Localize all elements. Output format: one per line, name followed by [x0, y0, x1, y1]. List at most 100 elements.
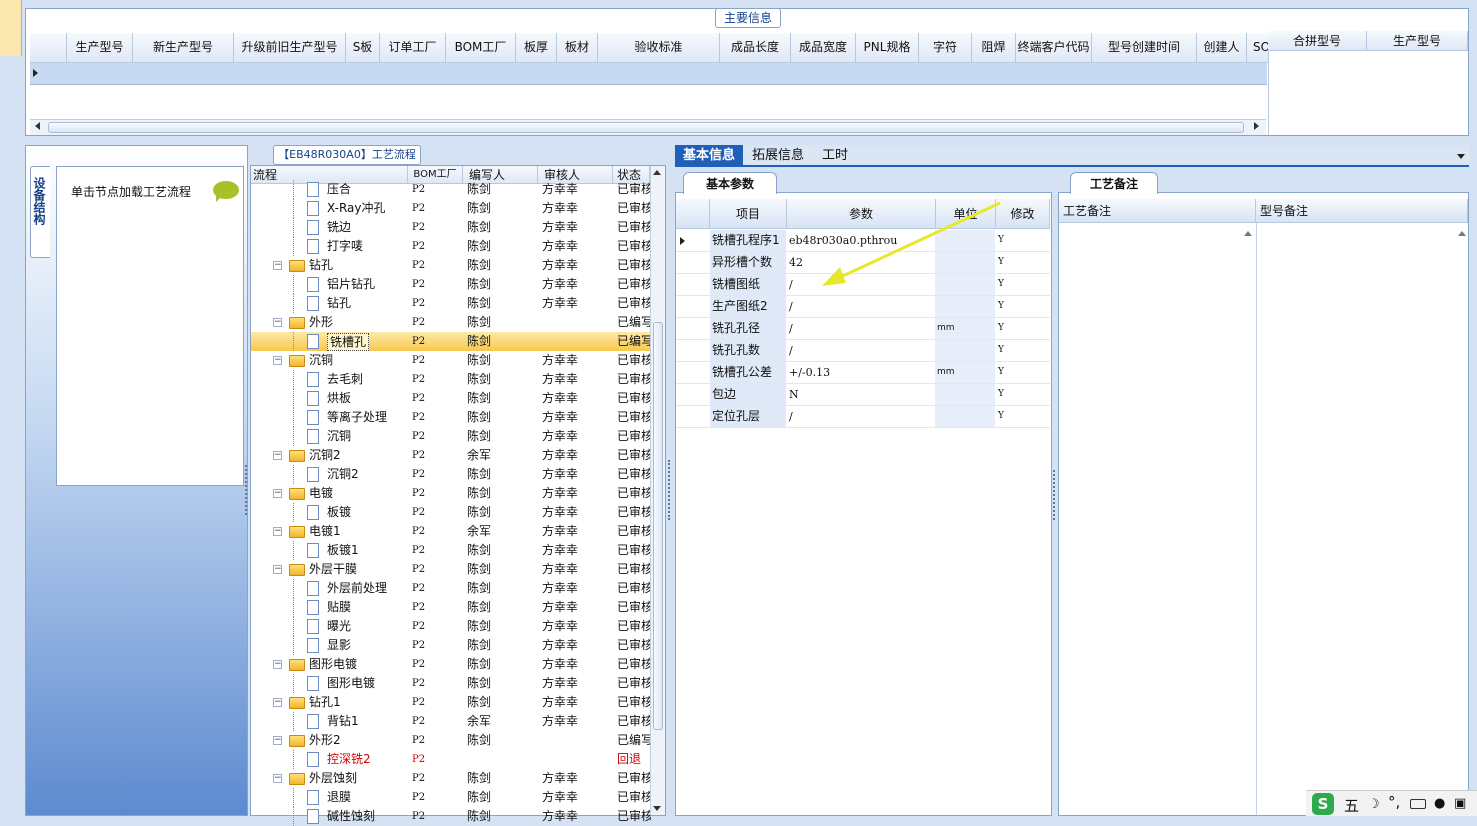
- main-col-header[interactable]: 字符: [919, 33, 972, 63]
- main-col-header[interactable]: 板厚: [516, 33, 557, 63]
- tree-node[interactable]: X-Ray冲孔 P2 陈剑 方幸幸 已审核: [251, 199, 651, 218]
- tree-node[interactable]: − 图形电镀 P2 陈剑 方幸幸 已审核: [251, 655, 651, 674]
- tree-node[interactable]: 贴膜 P2 陈剑 方幸幸 已审核: [251, 598, 651, 617]
- param-modify[interactable]: Y: [996, 340, 1050, 361]
- skin-icon[interactable]: ▣: [1454, 796, 1466, 811]
- tree-node[interactable]: 去毛刺 P2 陈剑 方幸幸 已审核: [251, 370, 651, 389]
- tree-node[interactable]: 铣槽孔 P2 陈剑 已编写: [251, 332, 651, 351]
- tree-node[interactable]: 板镀1 P2 陈剑 方幸幸 已审核: [251, 541, 651, 560]
- param-modify[interactable]: Y: [996, 296, 1050, 317]
- param-value[interactable]: /: [788, 406, 934, 427]
- param-row[interactable]: 铣槽孔公差 +/-0.13 mm Y: [676, 362, 1050, 384]
- tree-node[interactable]: 曝光 P2 陈剑 方幸幸 已审核: [251, 617, 651, 636]
- tree-node[interactable]: − 外形2 P2 陈剑 已编写: [251, 731, 651, 750]
- collapse-toggle-icon[interactable]: −: [273, 660, 282, 669]
- main-col-header[interactable]: 升级前旧生产型号: [234, 33, 346, 63]
- tab-basic-info[interactable]: 基本信息: [675, 145, 744, 167]
- punctuation-icon[interactable]: °,: [1388, 793, 1400, 811]
- hscroll-thumb[interactable]: [48, 122, 1244, 133]
- main-col-header[interactable]: 成品长度: [720, 33, 791, 63]
- collapse-toggle-icon[interactable]: −: [273, 736, 282, 745]
- scroll-left-icon[interactable]: [35, 122, 40, 130]
- main-col-header[interactable]: 型号创建时间: [1092, 33, 1197, 63]
- main-info-row[interactable]: [30, 63, 1267, 85]
- param-row[interactable]: 定位孔层 / Y: [676, 406, 1050, 428]
- user-icon[interactable]: ●: [1434, 796, 1445, 811]
- tree-node[interactable]: − 沉铜 P2 陈剑 方幸幸 已审核: [251, 351, 651, 370]
- tree-node[interactable]: 沉铜 P2 陈剑 方幸幸 已审核: [251, 427, 651, 446]
- param-row[interactable]: 包边 N Y: [676, 384, 1050, 406]
- tree-scroll-up-icon[interactable]: [653, 170, 661, 175]
- ime-mode[interactable]: 五: [1344, 795, 1359, 816]
- main-col-header[interactable]: 验收标准: [598, 33, 720, 63]
- main-col-header[interactable]: 创建人: [1197, 33, 1247, 63]
- params-col-item[interactable]: 项目: [710, 199, 787, 229]
- main-col-header[interactable]: 订单工厂: [380, 33, 446, 63]
- tree-node[interactable]: − 电镀 P2 陈剑 方幸幸 已审核: [251, 484, 651, 503]
- param-modify[interactable]: Y: [996, 318, 1050, 339]
- tabs-dropdown-icon[interactable]: [1457, 154, 1465, 159]
- tree-scroll-thumb[interactable]: [653, 322, 663, 730]
- param-value[interactable]: N: [788, 384, 934, 405]
- sogou-logo-icon[interactable]: S: [1312, 793, 1334, 815]
- tree-node[interactable]: 打字唛 P2 陈剑 方幸幸 已审核: [251, 237, 651, 256]
- param-modify[interactable]: Y: [996, 406, 1050, 427]
- tree-node[interactable]: 控深铣2 P2 回退: [251, 750, 651, 769]
- moon-icon[interactable]: ☽: [1368, 797, 1380, 812]
- main-col-header[interactable]: 成品宽度: [791, 33, 856, 63]
- param-value[interactable]: /: [788, 340, 934, 361]
- param-value[interactable]: /: [788, 296, 934, 317]
- params-splitter[interactable]: [1053, 470, 1057, 520]
- subtab-process-notes[interactable]: 工艺备注: [1070, 172, 1158, 194]
- tree-node[interactable]: − 外形 P2 陈剑 已编写: [251, 313, 651, 332]
- tree-node[interactable]: 烘板 P2 陈剑 方幸幸 已审核: [251, 389, 651, 408]
- tree-node[interactable]: − 外层蚀刻 P2 陈剑 方幸幸 已审核: [251, 769, 651, 788]
- tree-node[interactable]: 等离子处理 P2 陈剑 方幸幸 已审核: [251, 408, 651, 427]
- param-row[interactable]: 生产图纸2/ Y: [676, 296, 1050, 318]
- collapse-toggle-icon[interactable]: −: [273, 356, 282, 365]
- tree-vscrollbar[interactable]: [650, 166, 665, 815]
- param-modify[interactable]: Y: [996, 362, 1050, 383]
- param-value[interactable]: /: [788, 318, 934, 339]
- main-grid-hscrollbar[interactable]: [30, 119, 1266, 135]
- main-col-header[interactable]: 新生产型号: [133, 33, 234, 63]
- param-row[interactable]: 铣孔孔径 / mm Y: [676, 318, 1050, 340]
- tab-work-hours[interactable]: 工时: [814, 145, 856, 167]
- main-col-header[interactable]: 板材: [557, 33, 598, 63]
- main-col-header[interactable]: 终端客户代码: [1016, 33, 1092, 63]
- tree-node[interactable]: − 外层干膜 P2 陈剑 方幸幸 已审核: [251, 560, 651, 579]
- tree-node[interactable]: 退膜 P2 陈剑 方幸幸 已审核: [251, 788, 651, 807]
- collapse-toggle-icon[interactable]: −: [273, 774, 282, 783]
- collapse-toggle-icon[interactable]: −: [273, 489, 282, 498]
- collapse-toggle-icon[interactable]: −: [273, 565, 282, 574]
- sidebar-splitter[interactable]: [245, 465, 249, 515]
- main-col-header[interactable]: PNL规格: [856, 33, 919, 63]
- collapse-toggle-icon[interactable]: −: [273, 261, 282, 270]
- collapse-toggle-icon[interactable]: −: [273, 318, 282, 327]
- main-col-header[interactable]: 生产型号: [67, 33, 133, 63]
- param-row[interactable]: 铣孔孔数 / Y: [676, 340, 1050, 362]
- tab-extended-info[interactable]: 拓展信息: [744, 145, 812, 167]
- collapse-toggle-icon[interactable]: −: [273, 527, 282, 536]
- tree-node[interactable]: 碱性蚀刻 P2 陈剑 方幸幸 已审核: [251, 807, 651, 826]
- scroll-right-icon[interactable]: [1254, 122, 1259, 130]
- param-value[interactable]: +/-0.13: [788, 362, 934, 383]
- tree-node[interactable]: 铝片钻孔 P2 陈剑 方幸幸 已审核: [251, 275, 651, 294]
- tree-node[interactable]: 压合 P2 陈剑 方幸幸 已审核: [251, 180, 651, 199]
- tab-equipment-structure[interactable]: 设备结构: [30, 166, 50, 258]
- tree-node[interactable]: 铣边 P2 陈剑 方幸幸 已审核: [251, 218, 651, 237]
- keyboard-icon[interactable]: [1410, 799, 1426, 809]
- tree-node[interactable]: − 电镀1 P2 余军 方幸幸 已审核: [251, 522, 651, 541]
- collapse-toggle-icon[interactable]: −: [273, 451, 282, 460]
- collapse-toggle-icon[interactable]: −: [273, 698, 282, 707]
- tree-node[interactable]: − 钻孔 P2 陈剑 方幸幸 已审核: [251, 256, 651, 275]
- tree-node[interactable]: 显影 P2 陈剑 方幸幸 已审核: [251, 636, 651, 655]
- main-col-header[interactable]: S板: [346, 33, 380, 63]
- main-col-header[interactable]: 阻焊: [972, 33, 1016, 63]
- tree-node[interactable]: − 沉铜2 P2 余军 方幸幸 已审核: [251, 446, 651, 465]
- tree-node[interactable]: 背钻1 P2 余军 方幸幸 已审核: [251, 712, 651, 731]
- notes2-scroll-up-icon[interactable]: [1458, 231, 1466, 236]
- param-modify[interactable]: Y: [996, 384, 1050, 405]
- tree-node[interactable]: 沉铜2 P2 陈剑 方幸幸 已审核: [251, 465, 651, 484]
- tree-scroll-down-icon[interactable]: [653, 806, 661, 811]
